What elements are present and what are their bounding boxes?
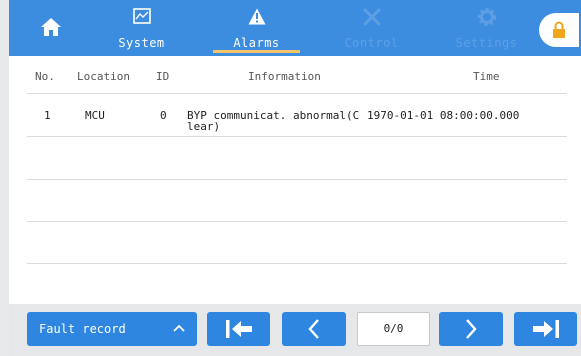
column-header-time: Time — [473, 70, 500, 83]
column-header-id: ID — [156, 70, 170, 83]
header-divider — [27, 93, 567, 94]
tab-control[interactable]: Control — [314, 0, 429, 56]
tab-settings-label: Settings — [455, 36, 518, 50]
chevron-up-icon — [173, 321, 185, 338]
warning-icon — [248, 8, 266, 29]
tab-system[interactable]: System — [84, 0, 199, 56]
row-divider — [27, 136, 567, 137]
row-no: 1 — [44, 109, 51, 122]
row-divider — [27, 179, 567, 180]
lock-button[interactable] — [539, 13, 579, 47]
column-header-no: No. — [35, 70, 55, 83]
fault-record-label: Fault record — [39, 322, 126, 336]
row-info-continuation: lear) — [187, 120, 221, 133]
tab-control-label: Control — [344, 36, 399, 50]
next-page-button[interactable] — [439, 312, 503, 346]
tab-system-label: System — [118, 36, 165, 50]
tools-icon — [362, 8, 382, 30]
first-page-button[interactable] — [207, 312, 270, 346]
row-location: MCU — [85, 109, 105, 122]
column-header-information: Information — [248, 70, 321, 83]
row-id: 0 — [160, 109, 167, 122]
chart-icon — [132, 8, 151, 28]
previous-page-button[interactable] — [282, 312, 346, 346]
home-tab[interactable] — [18, 0, 84, 56]
active-tab-indicator — [213, 50, 300, 53]
tab-alarms[interactable]: Alarms — [199, 0, 314, 56]
column-header-location: Location — [77, 70, 130, 83]
lock-icon — [552, 21, 566, 43]
row-time: 1970-01-01 08:00:00.000 — [367, 109, 520, 122]
gear-icon — [477, 8, 496, 30]
home-icon — [40, 17, 62, 41]
last-page-button[interactable] — [514, 312, 577, 346]
row-divider — [27, 263, 567, 264]
page-indicator: 0/0 — [357, 312, 430, 346]
tab-alarms-label: Alarms — [233, 36, 280, 50]
row-divider — [27, 221, 567, 222]
fault-record-button[interactable]: Fault record — [27, 312, 197, 346]
tab-settings[interactable]: Settings — [429, 0, 544, 56]
